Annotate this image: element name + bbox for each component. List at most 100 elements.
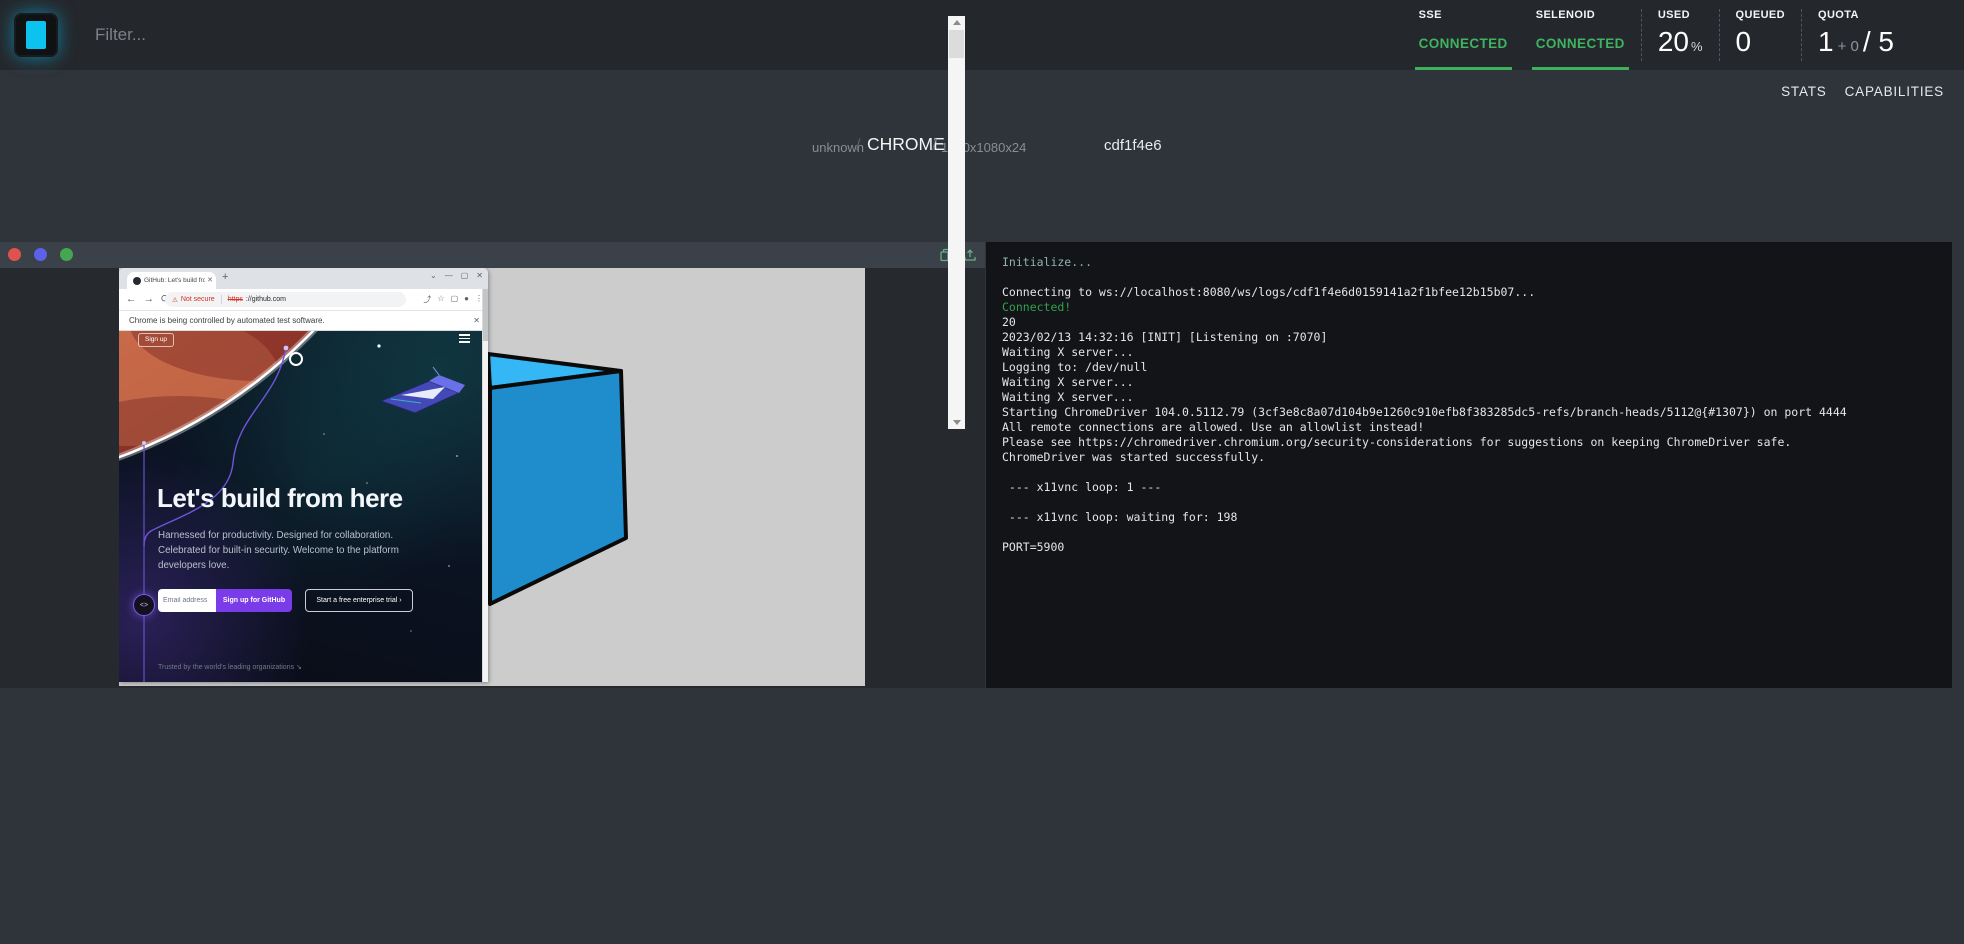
forward-icon[interactable]: → xyxy=(144,293,155,305)
tab-close-icon[interactable]: ✕ xyxy=(207,276,213,284)
filter-input[interactable] xyxy=(95,17,615,53)
github-logo-icon xyxy=(289,352,303,366)
back-icon[interactable]: ← xyxy=(126,293,137,305)
header-stats: SSE CONNECTED SELENOID CONNECTED USED 20… xyxy=(1405,0,1964,70)
not-secure-label: Not secure xyxy=(181,296,215,303)
tab-search-icon[interactable]: ⌄ xyxy=(430,271,437,280)
session-separator: / xyxy=(932,137,936,155)
vnc-panel: GitHub: Let's build from he ✕ + ⌄ — ▢ ✕ … xyxy=(0,242,985,688)
log-line: Waiting X server... xyxy=(1002,375,1912,390)
queued-label: QUEUED xyxy=(1736,9,1785,21)
maximize-icon[interactable]: ▢ xyxy=(461,271,469,280)
url-divider xyxy=(221,295,222,304)
log-line: PORT=5900 xyxy=(1002,540,1912,555)
header: SSE CONNECTED SELENOID CONNECTED USED 20… xyxy=(0,0,1964,70)
log-line: 20 xyxy=(1002,315,1912,330)
automation-infobar: Chrome is being controlled by automated … xyxy=(119,311,488,331)
trusted-by-text: Trusted by the world's leading organizat… xyxy=(158,663,302,671)
log-line: Initialize... xyxy=(1002,255,1912,270)
session-log-panel: Initialize... Connecting to ws://localho… xyxy=(986,242,1952,688)
selenoid-ui-logo[interactable] xyxy=(14,13,58,57)
sse-label: SSE xyxy=(1419,9,1442,21)
session-row[interactable]: unknown / CHROME / 1920x1080x24 cdf1f4e6 xyxy=(0,133,1964,161)
quota-label: QUOTA xyxy=(1818,9,1859,21)
tab-title: GitHub: Let's build from he xyxy=(144,277,205,284)
log-line xyxy=(1002,495,1912,510)
browser-scrollbar-thumb[interactable] xyxy=(483,289,488,341)
warning-icon: ⚠ xyxy=(172,296,178,304)
upload-icon[interactable] xyxy=(963,248,977,262)
stat-used: USED 20% xyxy=(1644,0,1717,70)
scroll-up-icon[interactable] xyxy=(948,16,965,30)
log-line: Connecting to ws://localhost:8080/ws/log… xyxy=(1002,285,1912,300)
github-hero-page: Sign up Let's build from here Harnessed … xyxy=(119,331,482,682)
browser-scrollbar[interactable] xyxy=(482,289,488,682)
blue-cube xyxy=(488,352,630,608)
log-line: Waiting X server... xyxy=(1002,390,1912,405)
log-line: Starting ChromeDriver 104.0.5112.79 (3cf… xyxy=(1002,405,1912,420)
log-line: All remote connections are allowed. Use … xyxy=(1002,420,1912,435)
scroll-down-icon[interactable] xyxy=(948,415,965,429)
log-line: Logging to: /dev/null xyxy=(1002,360,1912,375)
used-label: USED xyxy=(1658,9,1690,21)
profile-avatar-icon[interactable]: ● xyxy=(464,294,469,305)
github-signup-small-button[interactable]: Sign up xyxy=(138,333,174,347)
stat-sse: SSE CONNECTED xyxy=(1405,0,1522,70)
stat-quota: QUOTA 1+ 0/ 5 xyxy=(1804,0,1908,70)
vnc-titlebar xyxy=(0,242,985,268)
sse-status: CONNECTED xyxy=(1419,36,1508,51)
vnc-screen[interactable]: GitHub: Let's build from he ✕ + ⌄ — ▢ ✕ … xyxy=(119,268,865,686)
log-line xyxy=(1002,525,1912,540)
bookmark-star-icon[interactable]: ☆ xyxy=(437,294,444,305)
reading-list-icon[interactable]: ▢ xyxy=(451,294,459,305)
stats-divider xyxy=(1719,9,1720,61)
hamburger-menu-icon[interactable] xyxy=(459,334,470,345)
enterprise-trial-button[interactable]: Start a free enterprise trial › xyxy=(305,589,413,612)
selenoid-status: CONNECTED xyxy=(1536,36,1625,51)
session-id[interactable]: cdf1f4e6 xyxy=(1104,137,1162,154)
share-icon[interactable]: ⤴ xyxy=(423,294,431,305)
url-host: ://github.com xyxy=(246,296,286,303)
log-line: --- x11vnc loop: waiting for: 198 xyxy=(1002,510,1912,525)
tab-strip: GitHub: Let's build from he ✕ + ⌄ — ▢ ✕ xyxy=(119,268,488,289)
log-line: 2023/02/13 14:32:16 [INIT] [Listening on… xyxy=(1002,330,1912,345)
quota-pending: + 0 xyxy=(1838,38,1859,55)
email-field[interactable] xyxy=(158,589,216,612)
log-line: Connected! xyxy=(1002,300,1912,315)
log-line: Please see https://chromedriver.chromium… xyxy=(1002,435,1912,450)
stat-selenoid: SELENOID CONNECTED xyxy=(1522,0,1639,70)
logo-mark xyxy=(26,21,46,49)
stat-queued: QUEUED 0 xyxy=(1722,0,1799,70)
tab-stats[interactable]: STATS xyxy=(1781,84,1827,99)
infobar-close-icon[interactable]: ✕ xyxy=(473,316,480,325)
traffic-light-red-icon xyxy=(8,248,21,261)
minimize-icon[interactable]: — xyxy=(445,271,453,280)
address-bar[interactable]: ⚠ Not secure https ://github.com xyxy=(165,292,406,307)
stats-divider xyxy=(1641,9,1642,61)
hero-heading: Let's build from here xyxy=(157,483,457,514)
used-value: 20% xyxy=(1658,26,1703,58)
queued-value: 0 xyxy=(1736,26,1752,58)
browser-toolbar: ← → ⟳ ⚠ Not secure https ://github.com ⤴… xyxy=(119,289,488,311)
view-tabs: STATS CAPABILITIES xyxy=(1781,84,1944,99)
traffic-light-green-icon xyxy=(60,248,73,261)
log-line: Waiting X server... xyxy=(1002,345,1912,360)
log-line: ChromeDriver was started successfully. xyxy=(1002,450,1912,465)
infobar-text: Chrome is being controlled by automated … xyxy=(129,316,325,325)
log-scrollbar-thumb[interactable] xyxy=(949,30,964,58)
signup-for-github-button[interactable]: Sign up for GitHub xyxy=(216,589,292,612)
close-icon[interactable]: ✕ xyxy=(476,271,483,280)
log-scrollbar[interactable] xyxy=(948,16,965,429)
spaceship-icon xyxy=(381,367,465,413)
quota-value: 1+ 0/ 5 xyxy=(1818,26,1894,58)
log-lines: Initialize... Connecting to ws://localho… xyxy=(1002,255,1912,555)
used-unit: % xyxy=(1691,39,1703,54)
new-tab-button[interactable]: + xyxy=(222,271,228,283)
tab-capabilities[interactable]: CAPABILITIES xyxy=(1845,84,1944,99)
log-line xyxy=(1002,270,1912,285)
code-badge-icon: <> xyxy=(133,594,155,616)
session-separator: / xyxy=(856,137,860,155)
browser-tab[interactable]: GitHub: Let's build from he ✕ xyxy=(127,272,216,289)
chrome-window: GitHub: Let's build from he ✕ + ⌄ — ▢ ✕ … xyxy=(119,268,488,682)
github-favicon-icon xyxy=(133,277,141,285)
